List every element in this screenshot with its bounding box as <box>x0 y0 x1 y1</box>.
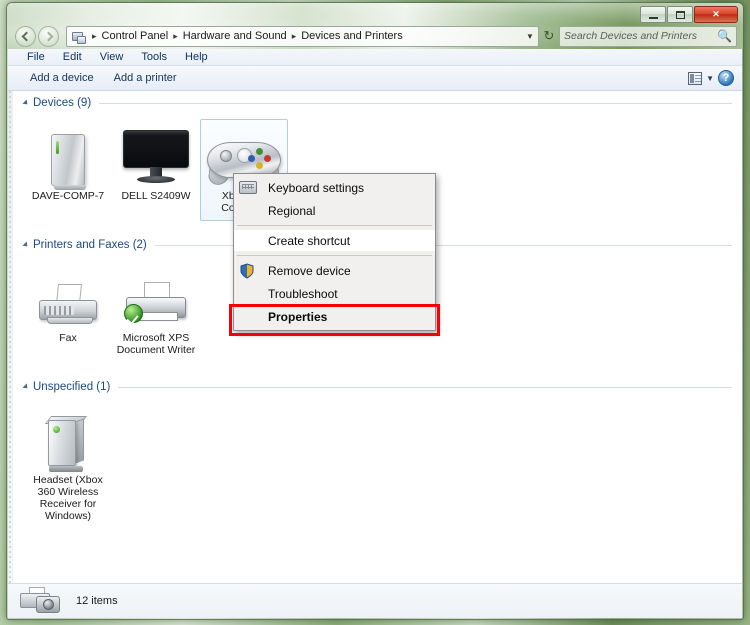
collapse-triangle-icon[interactable] <box>22 99 30 107</box>
back-button[interactable] <box>15 25 36 47</box>
devices-icon <box>20 587 62 615</box>
shield-icon <box>239 263 255 279</box>
device-label: Microsoft XPS Document Writer <box>116 332 196 356</box>
context-menu-separator <box>237 255 432 256</box>
section-title-devices: Devices (9) <box>33 97 92 109</box>
search-input[interactable]: Search Devices and Printers <box>564 30 717 42</box>
printer-default-icon <box>116 266 196 328</box>
section-unspecified: Unspecified (1) Headset (Xbox 360 Wirele… <box>8 377 742 529</box>
menu-item-tools[interactable]: Tools <box>132 51 176 63</box>
section-title-unspecified: Unspecified (1) <box>33 381 111 393</box>
context-menu-item-keyboard-settings[interactable]: Keyboard settings <box>234 176 435 199</box>
context-menu-item-create-shortcut[interactable]: Create shortcut <box>234 229 435 252</box>
section-title-printers: Printers and Faxes (2) <box>33 239 147 251</box>
search-box[interactable]: Search Devices and Printers 🔍 <box>559 25 737 47</box>
device-tile-monitor[interactable]: DELL S2409W <box>112 119 200 221</box>
context-menu-item-remove-device[interactable]: Remove device <box>234 259 435 282</box>
explorer-window: ✕ ▸ Control Panel ▸ Hardware and Sound ▸… <box>6 2 744 620</box>
navigation-bar: ▸ Control Panel ▸ Hardware and Sound ▸ D… <box>7 23 743 49</box>
breadcrumb-separator-0: ▸ <box>92 30 97 41</box>
refresh-button[interactable]: ↻ <box>539 28 559 44</box>
navigation-pane-edge <box>8 91 13 583</box>
menu-item-edit[interactable]: Edit <box>54 51 91 63</box>
command-bar-right: ▼ ? <box>688 70 742 86</box>
menu-item-help[interactable]: Help <box>176 51 217 63</box>
maximize-button[interactable] <box>667 6 693 23</box>
breadcrumb-devices-and-printers[interactable]: Devices and Printers <box>299 30 405 42</box>
context-menu-label: Create shortcut <box>268 233 351 248</box>
context-menu-item-properties[interactable]: Properties <box>234 305 435 328</box>
context-menu-item-troubleshoot[interactable]: Troubleshoot <box>234 282 435 305</box>
devices-and-printers-icon <box>71 30 86 44</box>
keyboard-icon <box>239 181 257 194</box>
help-icon[interactable]: ? <box>718 70 734 86</box>
section-divider <box>118 386 732 388</box>
fax-icon <box>28 266 108 328</box>
device-label: Fax <box>59 332 77 344</box>
menu-item-file[interactable]: File <box>18 51 54 63</box>
section-header-unspecified[interactable]: Unspecified (1) <box>22 377 732 397</box>
collapse-triangle-icon[interactable] <box>22 383 30 391</box>
context-menu-item-regional[interactable]: Regional <box>234 199 435 222</box>
context-menu-label: Regional <box>268 203 316 218</box>
breadcrumb-separator-2: ▸ <box>291 30 297 41</box>
unspecified-grid: Headset (Xbox 360 Wireless Receiver for … <box>24 397 732 529</box>
add-a-device-button[interactable]: Add a device <box>20 72 104 84</box>
monitor-icon <box>116 124 196 186</box>
computer-icon <box>28 124 108 190</box>
device-tile-fax[interactable]: Fax <box>24 261 112 363</box>
context-menu-label: Properties <box>268 309 328 324</box>
menu-bar: File Edit View Tools Help <box>8 49 742 66</box>
breadcrumb-separator-1: ▸ <box>173 30 178 41</box>
device-tile-xps-writer[interactable]: Microsoft XPS Document Writer <box>112 261 200 363</box>
change-view-icon[interactable] <box>688 71 703 85</box>
chevron-down-icon[interactable]: ▼ <box>706 74 714 83</box>
close-button[interactable]: ✕ <box>694 6 738 23</box>
status-item-count: 12 items <box>76 595 118 607</box>
context-menu: Keyboard settings Regional Create shortc… <box>233 173 436 331</box>
breadcrumb-control-panel[interactable]: Control Panel <box>100 30 171 42</box>
collapse-triangle-icon[interactable] <box>22 241 30 249</box>
window-controls: ✕ <box>639 6 738 23</box>
status-bar: 12 items <box>8 583 742 618</box>
add-a-printer-button[interactable]: Add a printer <box>104 72 187 84</box>
device-box-icon <box>28 408 108 472</box>
minimize-button[interactable] <box>640 6 666 23</box>
context-menu-label: Keyboard settings <box>268 180 365 195</box>
device-label: DAVE-COMP-7 <box>31 190 105 202</box>
section-divider <box>99 102 732 104</box>
search-icon: 🔍 <box>717 29 732 43</box>
address-dropdown-icon[interactable]: ▼ <box>522 32 538 41</box>
command-bar: Add a device Add a printer ▼ ? <box>8 66 742 91</box>
device-label: DELL S2409W <box>121 190 191 202</box>
menu-item-view[interactable]: View <box>91 51 133 63</box>
context-menu-label: Troubleshoot <box>268 286 338 301</box>
device-tile-headset[interactable]: Headset (Xbox 360 Wireless Receiver for … <box>24 403 112 529</box>
address-bar[interactable]: ▸ Control Panel ▸ Hardware and Sound ▸ D… <box>66 25 539 47</box>
content-pane: Devices (9) DAVE-COMP-7 DELL S2409W Prin… <box>8 91 742 583</box>
device-label: Headset (Xbox 360 Wireless Receiver for … <box>33 474 103 522</box>
device-tile-computer[interactable]: DAVE-COMP-7 <box>24 119 112 221</box>
context-menu-separator <box>237 225 432 226</box>
context-menu-label: Remove device <box>268 263 351 278</box>
breadcrumb-hardware-and-sound[interactable]: Hardware and Sound <box>181 30 289 42</box>
forward-button[interactable] <box>38 25 59 47</box>
section-header-devices[interactable]: Devices (9) <box>22 93 732 113</box>
